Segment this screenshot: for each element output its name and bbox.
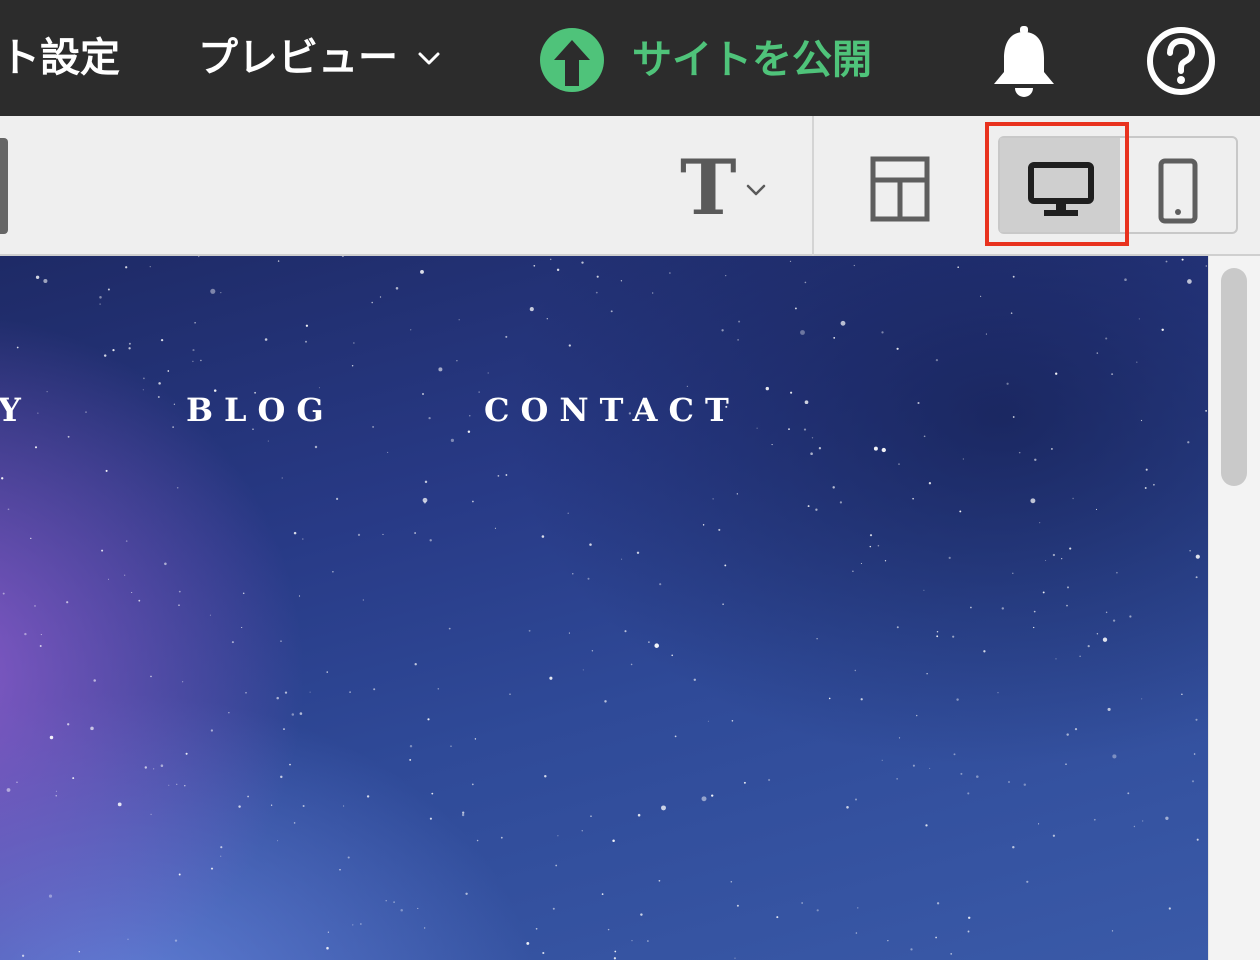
mobile-view-button[interactable] (1120, 138, 1236, 232)
layout-icon[interactable] (870, 156, 930, 222)
publish-site-label: サイトを公開 (632, 37, 872, 83)
chevron-down-icon (746, 184, 765, 196)
help-icon[interactable] (1146, 26, 1216, 96)
vertical-scrollbar[interactable] (1208, 256, 1260, 960)
toolbar-divider (812, 116, 814, 256)
text-style-icon: T (680, 143, 737, 232)
desktop-icon (1028, 162, 1094, 216)
mobile-icon (1158, 158, 1198, 224)
site-preview-canvas: Y BLOG CONTACT (0, 256, 1208, 960)
starfield-background (1, 256, 1207, 960)
preview-menu[interactable]: プレビュー (198, 30, 442, 86)
editor-toolbar: T (0, 116, 1260, 256)
bell-icon[interactable] (990, 26, 1058, 98)
toolbar-left-control[interactable] (0, 138, 8, 234)
device-toggle-group (998, 136, 1238, 234)
publish-site-button[interactable]: サイトを公開 (540, 28, 872, 92)
preview-label: プレビュー (198, 35, 398, 81)
site-nav-item-partial[interactable]: Y (0, 388, 32, 432)
top-bar: ト設定 プレビュー サイトを公開 (0, 0, 1260, 116)
site-nav-item-blog[interactable]: BLOG (186, 388, 335, 432)
text-style-button[interactable]: T (680, 143, 776, 232)
site-settings-menu[interactable]: ト設定 (0, 30, 120, 86)
upload-arrow-icon (540, 28, 604, 92)
chevron-down-icon (418, 52, 440, 65)
site-nav-item-contact[interactable]: CONTACT (484, 388, 740, 432)
desktop-view-button[interactable] (1000, 138, 1120, 232)
scrollbar-thumb[interactable] (1221, 268, 1247, 486)
